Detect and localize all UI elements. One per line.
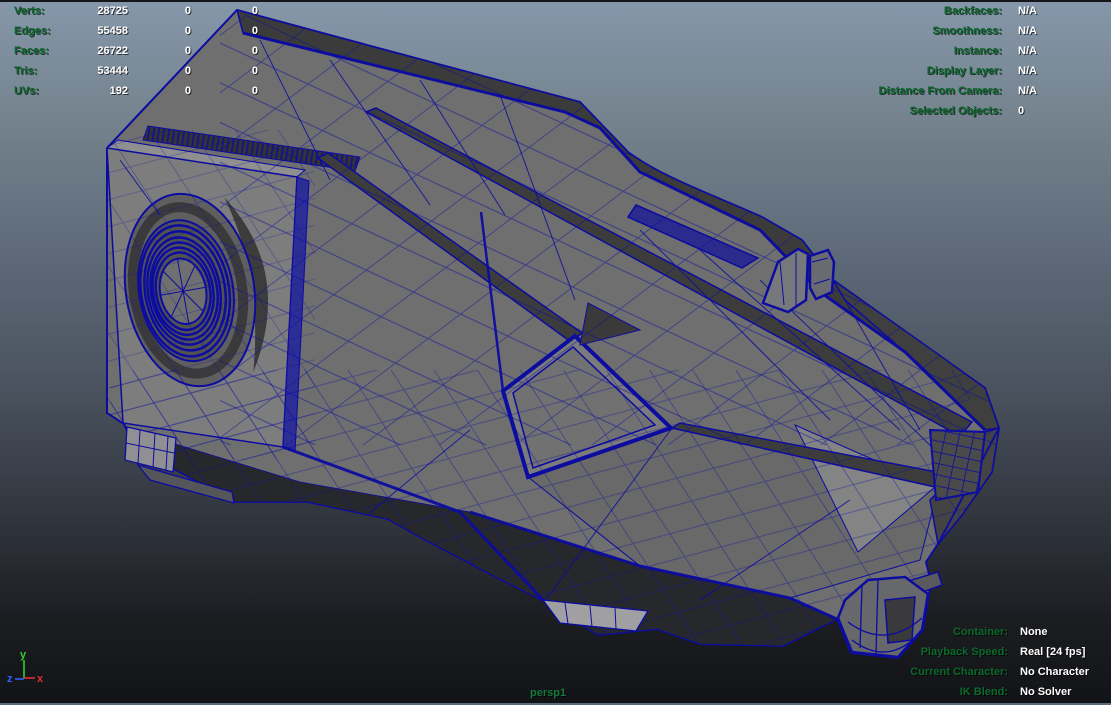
- display-layer-value: N/A: [1018, 65, 1037, 77]
- uvs-selected: 0: [184, 85, 191, 97]
- verts-total: 28725: [97, 5, 128, 17]
- selected-objects-label: Selected Objects:: [909, 105, 1002, 117]
- hud-row-uvs: UVs: 192 0 0: [14, 81, 258, 101]
- edges-selected: 0: [184, 25, 191, 37]
- faces-component: 0: [251, 45, 258, 57]
- x-axis-label: x: [37, 673, 44, 685]
- selected-objects-value: 0: [1018, 105, 1025, 117]
- z-axis-label: z: [7, 673, 13, 685]
- backfaces-value: N/A: [1018, 5, 1037, 17]
- uvs-label: UVs:: [14, 85, 40, 97]
- faces-label: Faces:: [14, 45, 49, 57]
- hud-row-instance: Instance: N/A: [760, 41, 1060, 61]
- faces-total: 26722: [97, 45, 128, 57]
- distance-label: Distance From Camera:: [878, 85, 1003, 97]
- hud-row-verts: Verts: 28725 0 0: [14, 1, 258, 21]
- playback-speed-value: Real [24 fps]: [1020, 646, 1086, 658]
- hud-row-distance: Distance From Camera: N/A: [760, 81, 1060, 101]
- verts-label: Verts:: [14, 5, 45, 17]
- container-label: Container:: [953, 626, 1008, 638]
- hud-object-details: Backfaces: N/A Smoothness: N/A Instance:…: [760, 1, 1060, 121]
- ik-blend-label: IK Blend:: [959, 686, 1008, 698]
- current-character-label: Current Character:: [910, 666, 1008, 678]
- hud-row-playback-speed: Playback Speed: Real [24 fps]: [760, 642, 1090, 662]
- hud-row-selected-objects: Selected Objects: 0: [760, 101, 1060, 121]
- current-character-value: No Character: [1020, 666, 1090, 678]
- backfaces-label: Backfaces:: [943, 5, 1002, 17]
- hud-row-current-character: Current Character: No Character: [760, 662, 1090, 682]
- edges-label: Edges:: [14, 25, 51, 37]
- uvs-component: 0: [251, 85, 258, 97]
- playback-speed-label: Playback Speed:: [920, 646, 1008, 658]
- hud-row-edges: Edges: 55458 0 0: [14, 21, 258, 41]
- instance-label: Instance:: [953, 45, 1002, 57]
- edges-total: 55458: [97, 25, 128, 37]
- hud-scene-info: Container: None Playback Speed: Real [24…: [760, 622, 1090, 702]
- hud-row-display-layer: Display Layer: N/A: [760, 61, 1060, 81]
- verts-selected: 0: [184, 5, 191, 17]
- tris-selected: 0: [184, 65, 191, 77]
- axis-gizmo: y x z: [7, 649, 44, 685]
- tris-component: 0: [251, 65, 258, 77]
- hud-row-ik-blend: IK Blend: No Solver: [760, 682, 1090, 702]
- hud-row-backfaces: Backfaces: N/A: [760, 1, 1060, 21]
- verts-component: 0: [251, 5, 258, 17]
- hud-row-container: Container: None: [760, 622, 1090, 642]
- ik-blend-value: No Solver: [1020, 686, 1072, 698]
- tris-total: 53444: [97, 65, 128, 77]
- uvs-total: 192: [109, 85, 128, 97]
- display-layer-label: Display Layer:: [926, 65, 1002, 77]
- smoothness-value: N/A: [1018, 25, 1037, 37]
- stern-endcap: [928, 428, 987, 502]
- maya-viewport-panel: Verts: 28725 0 0 Edges: 55458 0 0 Faces:…: [0, 0, 1111, 705]
- container-value: None: [1020, 626, 1048, 638]
- y-axis-label: y: [20, 649, 27, 661]
- hud-row-faces: Faces: 26722 0 0: [14, 41, 258, 61]
- hud-row-smoothness: Smoothness: N/A: [760, 21, 1060, 41]
- instance-value: N/A: [1018, 45, 1037, 57]
- hud-poly-count: Verts: 28725 0 0 Edges: 55458 0 0 Faces:…: [14, 1, 258, 101]
- camera-name-label: persp1: [530, 687, 567, 699]
- faces-selected: 0: [184, 45, 191, 57]
- mesh-pattern-box: [107, 130, 315, 460]
- edges-component: 0: [251, 25, 258, 37]
- tris-label: Tris:: [14, 65, 38, 77]
- distance-value: N/A: [1018, 85, 1037, 97]
- hud-row-tris: Tris: 53444 0 0: [14, 61, 258, 81]
- smoothness-label: Smoothness:: [932, 25, 1002, 37]
